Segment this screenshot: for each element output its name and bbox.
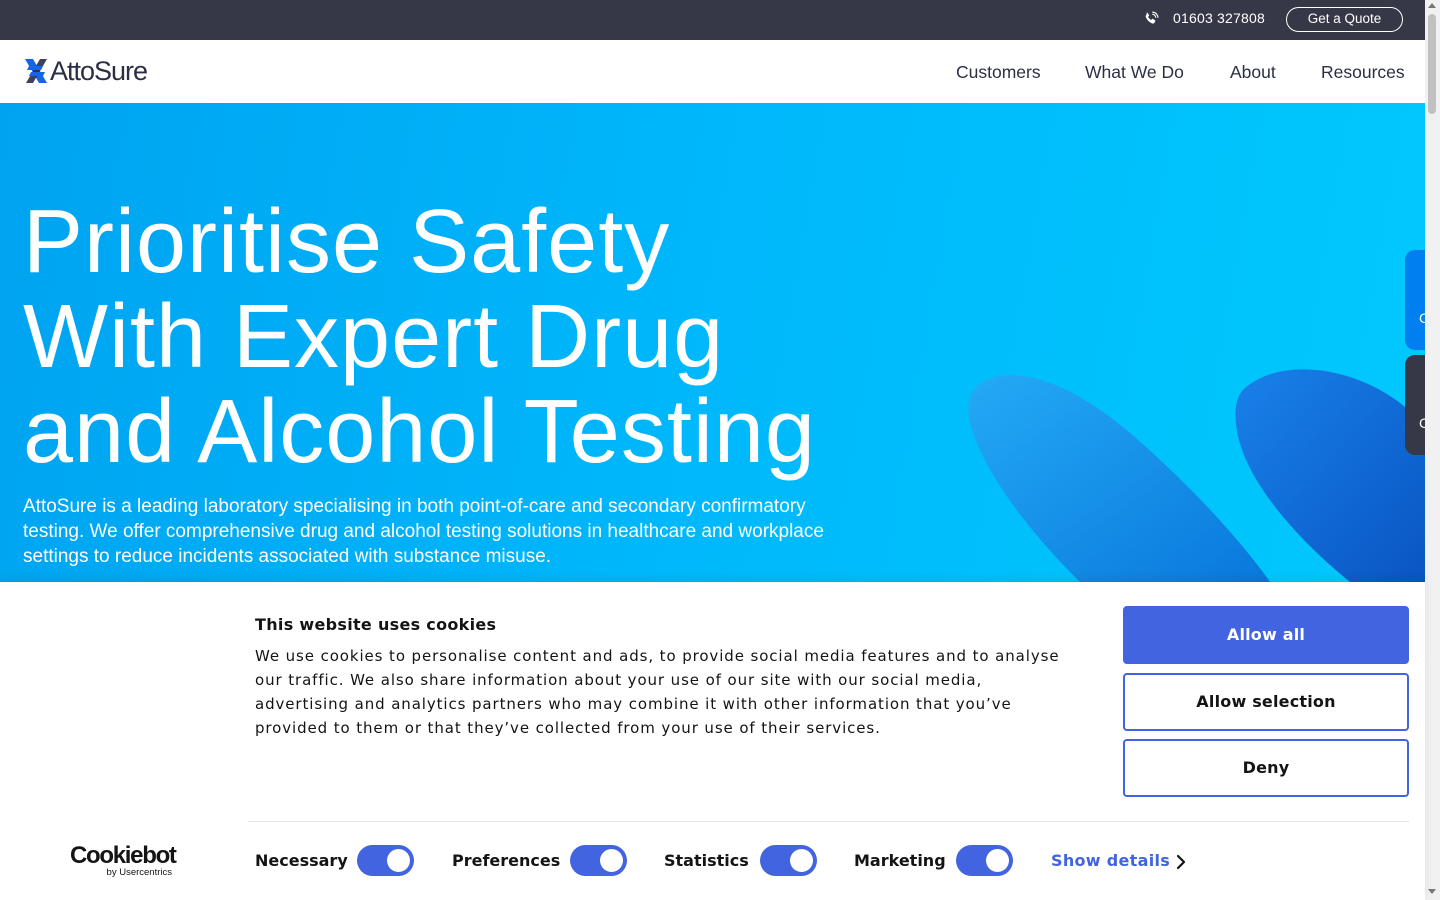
cookie-banner-title: This website uses cookies [255, 615, 497, 634]
toggle-knob [387, 849, 410, 872]
cookie-banner-text: We use cookies to personalise content an… [255, 647, 1060, 737]
hero-title-line: Prioritise Safety [23, 192, 671, 292]
cookiebot-logo-text: Cookiebot [70, 842, 177, 869]
toggle-knob [790, 849, 813, 872]
statistics-toggle[interactable] [760, 845, 817, 876]
side-tab-primary[interactable]: C [1405, 250, 1429, 350]
nav-resources[interactable]: Resources [1321, 62, 1405, 83]
phone-number-link[interactable]: 01603 327808 [1173, 10, 1265, 26]
cookiebot-logo[interactable]: Cookiebot by Usercentrics [70, 842, 177, 879]
allow-all-button[interactable]: Allow all [1123, 606, 1409, 664]
get-a-quote-button[interactable]: Get a Quote [1286, 7, 1403, 32]
scroll-up-arrow-icon[interactable] [1428, 3, 1436, 8]
scroll-thumb[interactable] [1428, 14, 1436, 114]
nav-about[interactable]: About [1230, 62, 1276, 83]
preferences-label: Preferences [452, 851, 561, 870]
hero-title-line: With Expert Drug [23, 287, 725, 387]
deny-button[interactable]: Deny [1123, 739, 1409, 797]
toggle-knob [600, 849, 623, 872]
toggle-knob [986, 849, 1009, 872]
necessary-toggle[interactable] [357, 845, 414, 876]
statistics-label: Statistics [664, 851, 749, 870]
scroll-down-arrow-icon[interactable] [1428, 889, 1436, 894]
main-navigation: AttoSure Customers What We Do About Reso… [0, 40, 1425, 103]
hero-description: AttoSure is a leading laboratory special… [23, 496, 824, 567]
necessary-label: Necessary [255, 851, 348, 870]
phone-icon[interactable] [1142, 11, 1159, 28]
top-utility-bar: 01603 327808 Get a Quote [0, 0, 1425, 40]
show-details-link[interactable]: Show details [1051, 851, 1170, 870]
marketing-label: Marketing [854, 851, 946, 870]
allow-selection-button[interactable]: Allow selection [1123, 673, 1409, 731]
logo-text: AttoSure [50, 55, 148, 86]
hero-section: Prioritise Safety With Expert Drug and A… [0, 103, 1425, 582]
cookie-divider [248, 821, 1409, 822]
chevron-right-icon[interactable] [1176, 854, 1186, 870]
preferences-toggle[interactable] [570, 845, 627, 876]
attosure-logo-icon [25, 59, 47, 83]
nav-customers[interactable]: Customers [956, 62, 1041, 83]
page-scrollbar[interactable] [1425, 0, 1440, 900]
side-tab-secondary[interactable]: C [1405, 355, 1429, 455]
marketing-toggle[interactable] [956, 845, 1013, 876]
nav-what-we-do[interactable]: What We Do [1085, 62, 1184, 83]
cookie-consent-banner: This website uses cookies We use cookies… [0, 582, 1425, 900]
hero-title-line: and Alcohol Testing [23, 382, 816, 482]
attosure-logo[interactable]: AttoSure [23, 55, 148, 86]
hero-title: Prioritise Safety With Expert Drug and A… [23, 195, 923, 480]
